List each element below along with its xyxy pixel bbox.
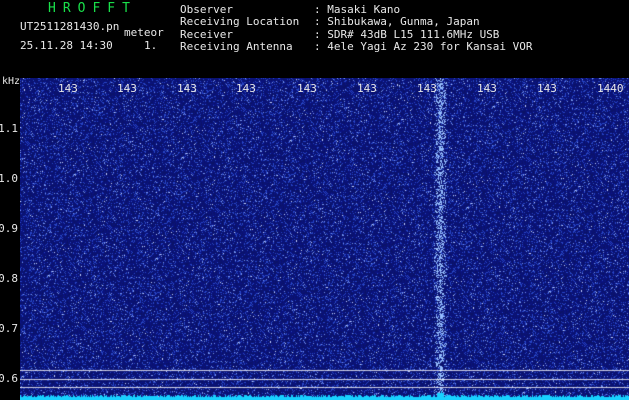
detection-tag: meteor (124, 26, 164, 39)
y-tick-label: 1.1 (0, 122, 18, 135)
app-title: HROFFT (48, 1, 137, 16)
info-row-antenna: Receiving Antenna : 4ele Yagi Az 230 for … (180, 39, 533, 53)
info-row-location: Receiving Location : Shibukawa, Gunma, Ja… (180, 15, 533, 29)
time-tick-label: 143 (477, 82, 497, 95)
detection-count: 1. (144, 39, 158, 52)
time-tick-label: 143 (177, 82, 197, 95)
time-tick-label: 143 (417, 82, 437, 95)
time-tick-label: 143 (357, 82, 377, 95)
spectrogram-canvas (20, 78, 629, 400)
y-tick-label: 0.8 (0, 272, 18, 285)
time-tick-label: 1440 (597, 82, 624, 95)
info-value: : Shibukawa, Gunma, Japan (314, 15, 480, 29)
time-tick-label: 143 (58, 82, 78, 95)
time-tick-label: 143 (236, 82, 256, 95)
y-tick-label: 0.6 (0, 372, 18, 385)
header-panel: HROFFT UT2511281430.pn meteor 25.11.28 1… (0, 0, 629, 78)
info-key: Receiving Antenna (180, 39, 293, 53)
time-tick-label: 143 (297, 82, 317, 95)
time-tick-label: 143 (537, 82, 557, 95)
file-name: UT2511281430.pn (20, 20, 120, 33)
spectrogram-plot (20, 78, 629, 400)
y-tick-label: 1.0 (0, 172, 18, 185)
y-axis-unit: kHz (2, 76, 21, 87)
date-time: 25.11.28 14:30 (20, 39, 113, 52)
time-tick-label: 143 (117, 82, 137, 95)
y-tick-label: 0.7 (0, 322, 18, 335)
y-axis: 1.1 1.0 0.9 0.8 0.7 0.6 (0, 78, 20, 400)
info-key: Receiving Location (180, 15, 300, 29)
info-value: : 4ele Yagi Az 230 for Kansai VOR (314, 39, 533, 53)
y-tick-label: 0.9 (0, 222, 18, 235)
station-info: Observer: Masaki Kano Receiving Location… (180, 3, 533, 53)
